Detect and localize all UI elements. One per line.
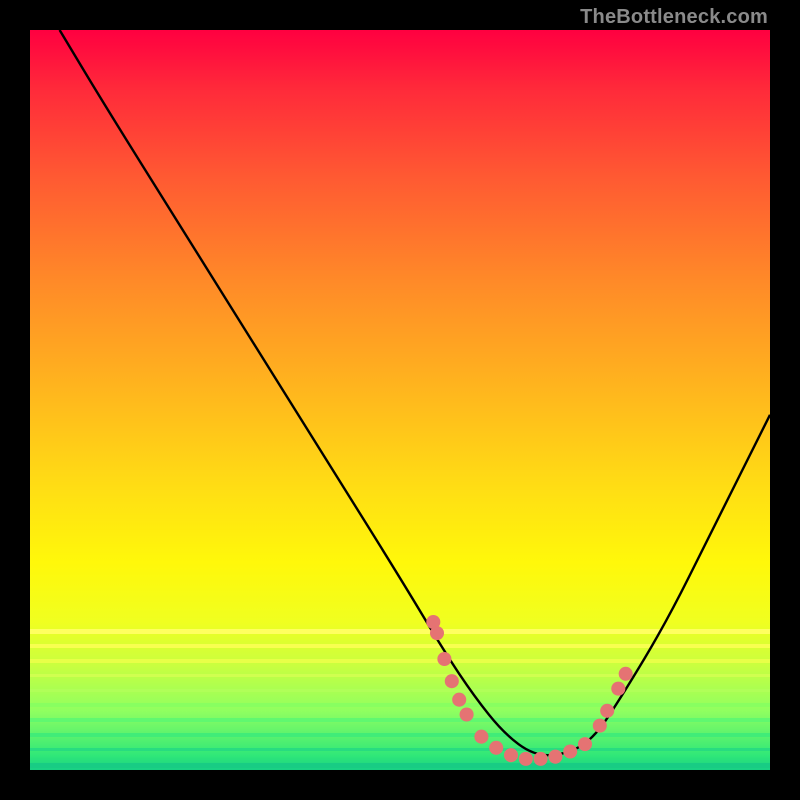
data-point — [593, 719, 607, 733]
data-point — [611, 682, 625, 696]
data-points — [426, 615, 632, 766]
data-point — [445, 674, 459, 688]
watermark-text: TheBottleneck.com — [580, 6, 768, 29]
data-point — [460, 707, 474, 721]
data-point — [600, 704, 614, 718]
curve-line — [60, 30, 770, 755]
data-point — [519, 752, 533, 766]
plot-area — [30, 30, 770, 770]
data-point — [619, 667, 633, 681]
data-point — [578, 737, 592, 751]
data-point — [548, 750, 562, 764]
data-point — [474, 730, 488, 744]
data-point — [437, 652, 451, 666]
data-point — [489, 741, 503, 755]
data-point — [452, 693, 466, 707]
chart-frame: TheBottleneck.com — [0, 0, 800, 800]
chart-svg — [30, 30, 770, 770]
data-point — [534, 752, 548, 766]
data-point — [563, 744, 577, 758]
data-point — [504, 748, 518, 762]
data-point — [430, 626, 444, 640]
